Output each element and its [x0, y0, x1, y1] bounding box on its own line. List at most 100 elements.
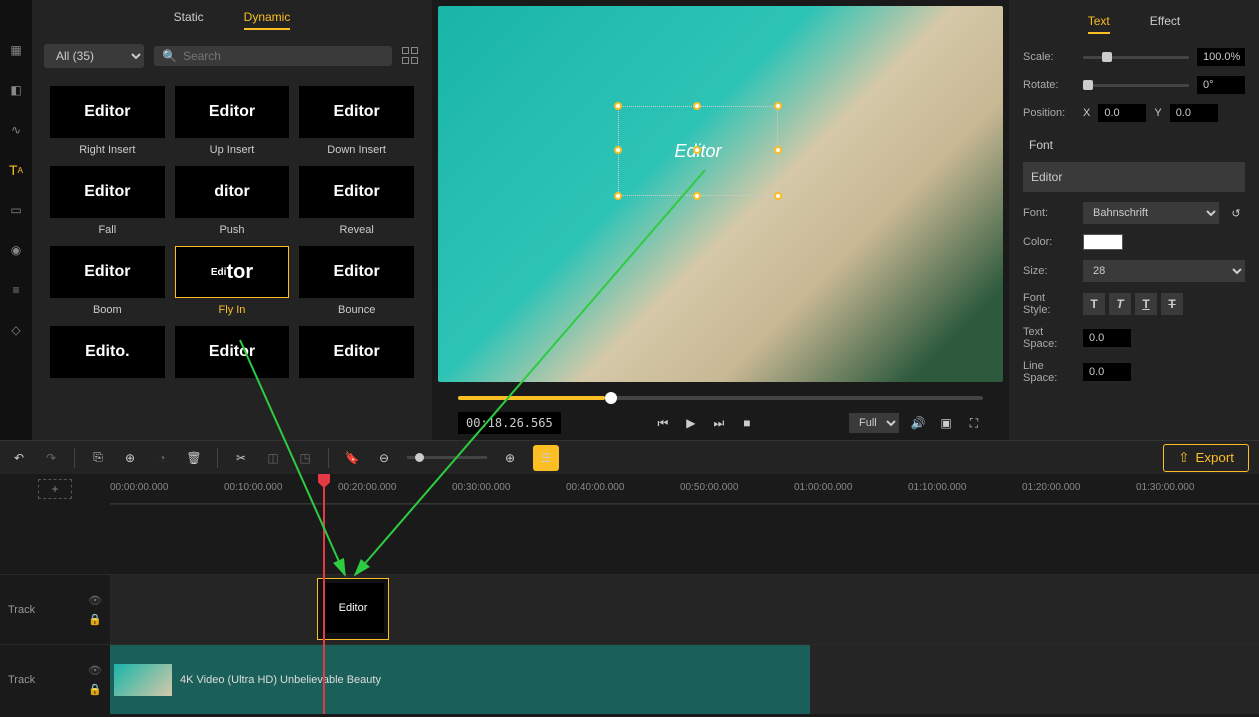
settings-button[interactable]: ☰	[533, 445, 559, 471]
size-select[interactable]: 28	[1083, 260, 1245, 282]
handle-bl[interactable]	[614, 192, 622, 200]
pos-x[interactable]: 0.0	[1098, 104, 1146, 122]
text-icon[interactable]: TA	[6, 160, 26, 180]
media-icon[interactable]: ▦	[6, 40, 26, 60]
lock-icon[interactable]: 🔒	[88, 613, 102, 626]
effect-item[interactable]: EditorDown Insert	[299, 86, 414, 156]
tab-static[interactable]: Static	[174, 6, 204, 30]
slider-knob[interactable]	[605, 392, 617, 404]
text-overlay[interactable]: Editor	[618, 106, 778, 196]
visibility-icon[interactable]: 👁	[88, 594, 102, 607]
track-label-2: Track	[8, 674, 35, 686]
italic-button[interactable]: T	[1109, 293, 1131, 315]
reset-font-icon[interactable]: ↺	[1227, 204, 1245, 222]
effect-item[interactable]: EditorReveal	[299, 166, 414, 236]
handle-br[interactable]	[774, 192, 782, 200]
zoom-in-icon[interactable]: ⊕	[501, 449, 519, 467]
zoom-out-icon[interactable]: ⊖	[375, 449, 393, 467]
strike-button[interactable]: T	[1161, 293, 1183, 315]
pos-y[interactable]: 0.0	[1170, 104, 1218, 122]
effect-thumb: Editor	[175, 326, 290, 378]
effect-item[interactable]: EditorBoom	[50, 246, 165, 316]
snapshot-icon[interactable]: ▣	[937, 414, 955, 432]
search-input[interactable]	[183, 49, 384, 63]
zoom-slider[interactable]	[407, 456, 487, 459]
lock-icon[interactable]: 🔒	[88, 683, 102, 696]
ruler-tick: 00:30:00.000	[452, 482, 510, 493]
font-select[interactable]: Bahnschrift	[1083, 202, 1219, 224]
next-frame-icon[interactable]: ⏭	[710, 414, 728, 432]
tool-4-icon[interactable]: ◳	[296, 449, 314, 467]
tab-effect[interactable]: Effect	[1150, 10, 1180, 34]
effect-item[interactable]: Editor	[299, 326, 414, 384]
stop-icon[interactable]: ■	[738, 414, 756, 432]
fullscreen-icon[interactable]: ⛶	[965, 414, 983, 432]
playback-slider[interactable]	[458, 396, 983, 400]
timeline-ruler[interactable]: 00:00:00.00000:10:00.00000:20:00.00000:3…	[110, 474, 1259, 504]
layout-icon[interactable]: ▭	[6, 200, 26, 220]
ruler-tick: 00:40:00.000	[566, 482, 624, 493]
font-section-header: Font	[1023, 138, 1245, 152]
handle-mm[interactable]	[693, 146, 701, 154]
effect-item[interactable]: Edito.	[50, 326, 165, 384]
linespace-value[interactable]: 0.0	[1083, 363, 1131, 381]
effect-item[interactable]: EditorBounce	[299, 246, 414, 316]
add-track-button[interactable]: +	[38, 479, 71, 499]
playhead[interactable]	[323, 474, 325, 714]
redo-icon[interactable]: ↷	[42, 449, 60, 467]
prev-frame-icon[interactable]: ⏮	[654, 414, 672, 432]
handle-mr[interactable]	[774, 146, 782, 154]
bold-button[interactable]: T	[1083, 293, 1105, 315]
handle-tm[interactable]	[693, 102, 701, 110]
filters-icon[interactable]: ◉	[6, 240, 26, 260]
tool-1-icon[interactable]: ⎘	[89, 449, 107, 467]
handle-ml[interactable]	[614, 146, 622, 154]
scale-slider[interactable]	[1083, 56, 1189, 59]
rotate-slider[interactable]	[1083, 84, 1189, 87]
tab-text[interactable]: Text	[1088, 10, 1110, 34]
effect-item[interactable]: EditorFly In	[175, 246, 290, 316]
tab-dynamic[interactable]: Dynamic	[244, 6, 291, 30]
effect-item[interactable]: EditorRight Insert	[50, 86, 165, 156]
effect-label: Boom	[50, 304, 165, 316]
delete-icon[interactable]: 🗑	[185, 449, 203, 467]
export-button[interactable]: ⇧ Export	[1163, 444, 1249, 472]
visibility-icon[interactable]: 👁	[88, 664, 102, 677]
effect-item[interactable]: EditorFall	[50, 166, 165, 236]
preview-canvas[interactable]: Editor	[438, 6, 1003, 382]
tag-icon[interactable]: ◇	[6, 320, 26, 340]
effect-item[interactable]: ditorPush	[175, 166, 290, 236]
text-clip[interactable]: Editor	[317, 578, 389, 640]
color-swatch[interactable]	[1083, 234, 1123, 250]
volume-icon[interactable]: 🔊	[909, 414, 927, 432]
slider-fill	[458, 396, 605, 400]
tool-3-icon[interactable]: ◔	[153, 449, 171, 467]
marker-icon[interactable]: 🔖	[343, 449, 361, 467]
handle-tl[interactable]	[614, 102, 622, 110]
ruler-tick: 01:30:00.000	[1136, 482, 1194, 493]
view-mode-select[interactable]: Full	[849, 413, 899, 433]
textspace-value[interactable]: 0.0	[1083, 329, 1131, 347]
rotate-value[interactable]: 0°	[1197, 76, 1245, 94]
effect-item[interactable]: Editor	[175, 326, 290, 384]
category-select[interactable]: All (35)	[44, 44, 144, 68]
effect-item[interactable]: EditorUp Insert	[175, 86, 290, 156]
handle-tr[interactable]	[774, 102, 782, 110]
handle-bm[interactable]	[693, 192, 701, 200]
resize-icon[interactable]: ≡	[6, 280, 26, 300]
scale-value[interactable]: 100.0%	[1197, 48, 1245, 66]
effect-thumb: Editor	[299, 166, 414, 218]
export-label: Export	[1195, 450, 1234, 465]
cut-icon[interactable]: ✂	[232, 449, 250, 467]
video-clip[interactable]: 4K Video (Ultra HD) Unbelievable Beauty	[110, 645, 810, 714]
layers-icon[interactable]: ◧	[6, 80, 26, 100]
audio-icon[interactable]: ∿	[6, 120, 26, 140]
undo-icon[interactable]: ↶	[10, 449, 28, 467]
grid-view-icon[interactable]	[402, 47, 420, 65]
play-icon[interactable]: ▶	[682, 414, 700, 432]
tool-2-icon[interactable]: ⊕	[121, 449, 139, 467]
crop-icon[interactable]: ◫	[264, 449, 282, 467]
text-content-input[interactable]	[1023, 162, 1245, 192]
underline-button[interactable]: T	[1135, 293, 1157, 315]
search-box[interactable]: 🔍	[154, 46, 392, 66]
